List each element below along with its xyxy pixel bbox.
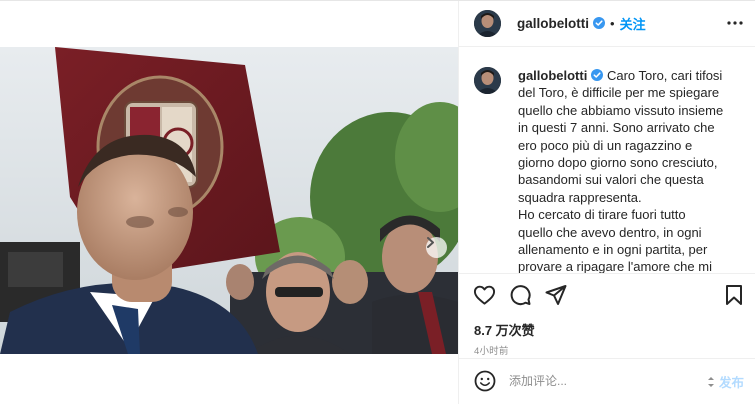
post-caption: gallobelotti Caro Toro, cari tifosi del … — [518, 67, 747, 273]
bookmark-icon[interactable] — [725, 284, 743, 306]
post-author-username[interactable]: gallobelotti — [517, 16, 589, 31]
post-side-panel: gallobelotti • 关注 gallobelotti Caro Toro… — [458, 0, 755, 404]
share-icon[interactable] — [545, 284, 567, 306]
caption-text-line: provare a ripagare l'amore che mi — [518, 259, 712, 273]
caption-text-line: del Toro, è difficile per me spiegare — [518, 85, 720, 101]
post-timestamp[interactable]: 4小时前 — [474, 343, 509, 357]
caption-author-username[interactable]: gallobelotti — [518, 68, 587, 83]
caption-text-line: in questi 7 anni. Sono arrivato che — [518, 120, 715, 136]
avatar-image — [474, 67, 501, 94]
comment-input[interactable] — [509, 372, 699, 390]
post-header: gallobelotti • 关注 — [459, 0, 755, 47]
caption-text-line: squadra rappresenta. — [518, 189, 642, 205]
media-top-margin — [0, 0, 458, 47]
caption-text-line: basandomi sui valori che questa — [518, 172, 704, 188]
post-comment-button[interactable]: 发布 — [705, 372, 744, 391]
post-photo — [0, 47, 458, 354]
instagram-post-window: gallobelotti • 关注 gallobelotti Caro Toro… — [0, 0, 755, 404]
caption-text-line: giorno dopo giorno sono cresciuto, — [518, 155, 718, 171]
verified-badge-icon — [591, 69, 604, 81]
caption-first-line: gallobelotti Caro Toro, cari tifosi — [518, 67, 747, 84]
emoji-icon[interactable] — [474, 370, 496, 392]
avatar[interactable] — [474, 67, 501, 94]
more-options-icon[interactable] — [726, 14, 744, 32]
caption-text-line: quello che avevo dentro, in ogni — [518, 224, 702, 240]
post-caption-area: gallobelotti Caro Toro, cari tifosi del … — [459, 47, 755, 273]
carousel-next-button[interactable] — [426, 237, 447, 258]
comment-composer: 发布 — [459, 358, 755, 404]
likes-count[interactable]: 8.7 万次赞 — [474, 320, 535, 339]
chevron-right-icon — [427, 237, 434, 248]
caption-text-line: ero poco più di un ragazzino e — [518, 137, 693, 153]
caption-text-line: Caro Toro, cari tifosi — [606, 68, 723, 83]
avatar[interactable] — [474, 9, 501, 37]
media-bottom-margin — [0, 354, 458, 404]
sort-arrows-icon — [708, 376, 714, 387]
caption-text-line: quello che abbiamo vissuto insieme — [518, 102, 724, 118]
comment-icon[interactable] — [509, 284, 531, 306]
header-separator: • — [610, 15, 615, 31]
avatar-image — [474, 9, 501, 37]
caption-text-line: allenamento e in ogni partita, per — [518, 242, 708, 258]
post-image-carousel[interactable] — [0, 47, 458, 354]
post-actions-bar — [459, 273, 755, 318]
heart-icon[interactable] — [473, 284, 496, 306]
verified-badge-icon — [593, 17, 605, 29]
caption-text-line: Ho cercato di tirare fuori tutto — [518, 207, 686, 223]
follow-button[interactable]: 关注 — [620, 14, 646, 33]
post-comment-label: 发布 — [719, 376, 745, 390]
